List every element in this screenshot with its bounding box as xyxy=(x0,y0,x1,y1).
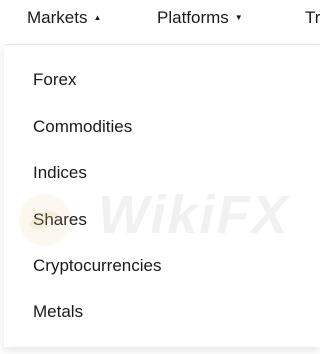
nav-item-markets[interactable]: Markets ▲ xyxy=(27,6,101,30)
nav-item-markets-label: Markets xyxy=(27,8,88,27)
nav-item-platforms[interactable]: Platforms ▼ xyxy=(157,6,243,30)
caret-down-icon: ▼ xyxy=(234,13,243,22)
menu-item-indices[interactable]: Indices xyxy=(33,163,87,183)
menu-item-metals[interactable]: Metals xyxy=(33,302,83,322)
nav-item-truncated-label: Tr xyxy=(305,8,320,27)
menu-item-forex[interactable]: Forex xyxy=(33,70,76,90)
page: Markets ▲ Platforms ▼ Tr Forex Commoditi… xyxy=(0,0,320,354)
caret-up-icon: ▲ xyxy=(93,13,102,22)
nav-item-truncated[interactable]: Tr xyxy=(305,6,320,30)
menu-item-shares[interactable]: Shares xyxy=(33,210,87,230)
markets-dropdown-menu: Forex Commodities Indices Shares Cryptoc… xyxy=(4,44,320,347)
top-navigation: Markets ▲ Platforms ▼ Tr xyxy=(0,0,320,36)
menu-item-cryptocurrencies[interactable]: Cryptocurrencies xyxy=(33,256,162,276)
menu-item-commodities[interactable]: Commodities xyxy=(33,117,132,137)
nav-item-platforms-label: Platforms xyxy=(157,8,229,27)
